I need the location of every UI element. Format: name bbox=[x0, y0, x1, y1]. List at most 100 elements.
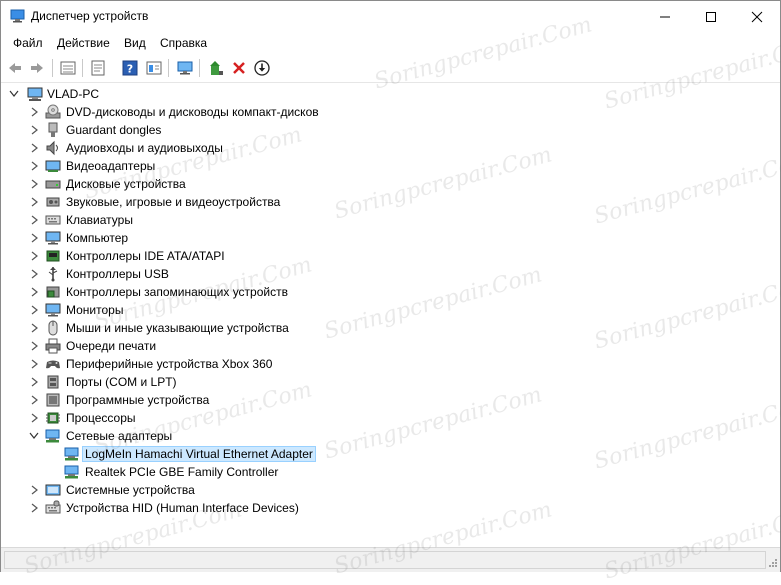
toolbar: ? bbox=[1, 54, 780, 83]
tree-root-label: VLAD-PC bbox=[47, 87, 100, 101]
chevron-right-icon[interactable] bbox=[29, 196, 39, 208]
tree-device[interactable]: Realtek PCIe GBE Family Controller bbox=[1, 463, 701, 481]
chevron-right-icon[interactable] bbox=[29, 232, 39, 244]
properties-list-icon bbox=[60, 61, 76, 75]
chevron-right-icon[interactable] bbox=[29, 160, 39, 172]
download-driver-icon bbox=[254, 60, 270, 76]
tree-category[interactable]: Устройства HID (Human Interface Devices) bbox=[1, 499, 701, 517]
mouse-icon bbox=[45, 320, 61, 336]
tree-category[interactable]: Очереди печати bbox=[1, 337, 701, 355]
tree-item-label: Дисковые устройства bbox=[66, 177, 186, 191]
chevron-right-icon[interactable] bbox=[29, 106, 39, 118]
maximize-icon bbox=[706, 12, 716, 22]
menu-bar: Файл Действие Вид Справка bbox=[1, 31, 780, 53]
back-arrow-icon bbox=[9, 63, 21, 73]
display-adapter-icon bbox=[45, 158, 61, 174]
ide-controller-icon bbox=[45, 248, 61, 264]
view-button[interactable] bbox=[144, 58, 164, 78]
tree-category[interactable]: Мыши и иные указывающие устройства bbox=[1, 319, 701, 337]
chevron-right-icon[interactable] bbox=[29, 286, 39, 298]
tree-category[interactable]: Процессоры bbox=[1, 409, 701, 427]
tree-device[interactable]: LogMeIn Hamachi Virtual Ethernet Adapter bbox=[1, 445, 701, 463]
menu-action[interactable]: Действие bbox=[57, 36, 110, 50]
chevron-right-icon[interactable] bbox=[29, 214, 39, 226]
tree-item-label: Клавиатуры bbox=[66, 213, 133, 227]
tree-item-label: Системные устройства bbox=[66, 483, 195, 497]
uninstall-device-button[interactable] bbox=[229, 58, 249, 78]
enable-device-button[interactable] bbox=[206, 58, 226, 78]
chevron-right-icon[interactable] bbox=[29, 178, 39, 190]
status-field bbox=[4, 551, 766, 569]
chevron-right-icon[interactable] bbox=[29, 268, 39, 280]
chevron-right-icon[interactable] bbox=[29, 322, 39, 334]
resize-grip-icon[interactable] bbox=[767, 559, 777, 569]
tree-category[interactable]: Контроллеры IDE ATA/ATAPI bbox=[1, 247, 701, 265]
dvd-drive-icon bbox=[45, 104, 61, 120]
minimize-button[interactable] bbox=[642, 1, 688, 31]
enable-device-icon bbox=[210, 61, 223, 75]
chevron-right-icon[interactable] bbox=[29, 484, 39, 496]
chevron-down-icon[interactable] bbox=[29, 430, 39, 442]
tree-category[interactable]: DVD-дисководы и дисководы компакт-дисков bbox=[1, 103, 701, 121]
chevron-right-icon[interactable] bbox=[29, 304, 39, 316]
tree-item-label: Процессоры bbox=[66, 411, 136, 425]
tree-category[interactable]: Сетевые адаптеры bbox=[1, 427, 701, 445]
maximize-button[interactable] bbox=[688, 1, 734, 31]
tree-category[interactable]: Контроллеры USB bbox=[1, 265, 701, 283]
tree-category[interactable]: Guardant dongles bbox=[1, 121, 701, 139]
properties-list-button[interactable] bbox=[58, 58, 78, 78]
chevron-right-icon[interactable] bbox=[29, 394, 39, 406]
computer-icon bbox=[27, 87, 43, 101]
tree-item-label: Периферийные устройства Xbox 360 bbox=[66, 357, 273, 371]
tree-category[interactable]: Видеоадаптеры bbox=[1, 157, 701, 175]
chevron-right-icon[interactable] bbox=[29, 340, 39, 352]
keyboard-icon bbox=[45, 212, 61, 228]
monitor-icon bbox=[45, 302, 61, 318]
minimize-icon bbox=[660, 16, 670, 18]
title-bar[interactable]: Диспетчер устройств bbox=[1, 1, 780, 31]
device-tree[interactable]: VLAD-PC DVD-дисководы и дисководы компак… bbox=[1, 84, 780, 546]
tree-category[interactable]: Мониторы bbox=[1, 301, 701, 319]
storage-controller-icon bbox=[45, 284, 61, 300]
tree-root-vlad-pc[interactable]: VLAD-PC bbox=[1, 85, 701, 103]
status-bar bbox=[1, 547, 780, 572]
menu-help[interactable]: Справка bbox=[160, 36, 207, 50]
tree-category[interactable]: Компьютер bbox=[1, 229, 701, 247]
tree-item-label: Аудиовходы и аудиовыходы bbox=[66, 141, 223, 155]
help-button[interactable]: ? bbox=[120, 58, 140, 78]
menu-view[interactable]: Вид bbox=[124, 36, 146, 50]
tree-category[interactable]: Контроллеры запоминающих устройств bbox=[1, 283, 701, 301]
usb-icon bbox=[45, 266, 61, 282]
port-icon bbox=[45, 374, 61, 390]
chevron-right-icon[interactable] bbox=[29, 502, 39, 514]
device-manager-icon bbox=[10, 9, 25, 23]
tree-category[interactable]: Аудиовходы и аудиовыходы bbox=[1, 139, 701, 157]
network-adapter-icon bbox=[45, 428, 61, 444]
close-button[interactable] bbox=[734, 1, 780, 31]
tree-category[interactable]: Системные устройства bbox=[1, 481, 701, 499]
scan-hardware-button[interactable] bbox=[175, 58, 195, 78]
tree-category[interactable]: Программные устройства bbox=[1, 391, 701, 409]
forward-button[interactable] bbox=[27, 58, 47, 78]
chevron-right-icon[interactable] bbox=[29, 124, 39, 136]
back-button[interactable] bbox=[5, 58, 25, 78]
tree-item-label: Контроллеры USB bbox=[66, 267, 169, 281]
tree-item-label: Контроллеры IDE ATA/ATAPI bbox=[66, 249, 225, 263]
software-device-icon bbox=[45, 392, 61, 408]
chevron-right-icon[interactable] bbox=[29, 376, 39, 388]
download-driver-button[interactable] bbox=[252, 58, 272, 78]
tree-item-label: Realtek PCIe GBE Family Controller bbox=[85, 465, 279, 479]
tree-category[interactable]: Звуковые, игровые и видеоустройства bbox=[1, 193, 701, 211]
chevron-right-icon[interactable] bbox=[29, 358, 39, 370]
tree-category[interactable]: Клавиатуры bbox=[1, 211, 701, 229]
chevron-right-icon[interactable] bbox=[29, 250, 39, 262]
chevron-right-icon[interactable] bbox=[29, 412, 39, 424]
menu-file[interactable]: Файл bbox=[13, 36, 43, 50]
tree-category[interactable]: Дисковые устройства bbox=[1, 175, 701, 193]
chevron-down-icon[interactable] bbox=[9, 88, 19, 100]
chevron-right-icon[interactable] bbox=[29, 142, 39, 154]
update-driver-button[interactable] bbox=[88, 58, 108, 78]
tree-item-label: Порты (COM и LPT) bbox=[66, 375, 177, 389]
tree-category[interactable]: Порты (COM и LPT) bbox=[1, 373, 701, 391]
tree-category[interactable]: Периферийные устройства Xbox 360 bbox=[1, 355, 701, 373]
